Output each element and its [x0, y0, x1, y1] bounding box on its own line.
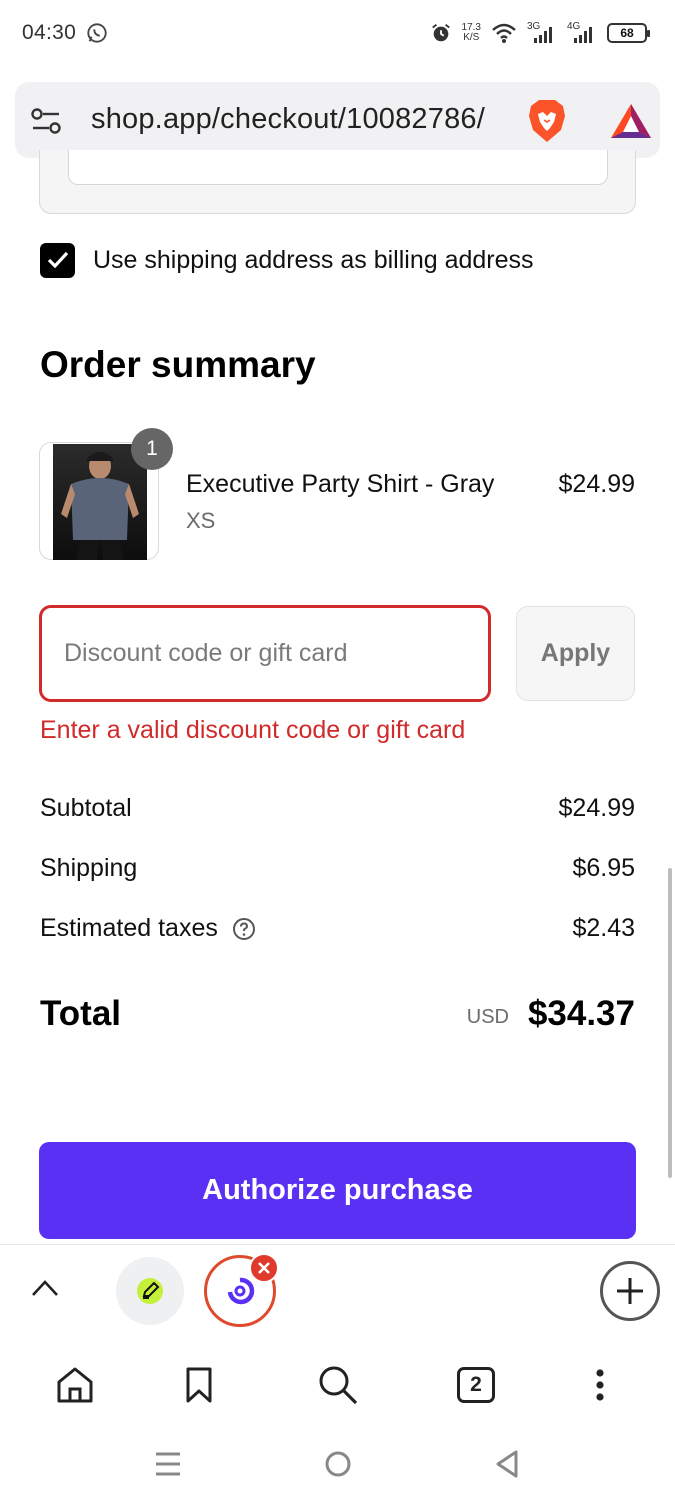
- search-button[interactable]: [316, 1363, 360, 1407]
- address-card-remnant: [39, 150, 636, 214]
- home-circle-icon[interactable]: [318, 1444, 358, 1484]
- taxes-row: Estimated taxes $2.43: [40, 914, 635, 946]
- subtotal-row: Subtotal $24.99: [40, 794, 635, 826]
- order-summary-title: Order summary: [40, 344, 316, 385]
- product-variant: XS: [186, 508, 216, 533]
- bookmark-icon: [186, 1367, 212, 1403]
- bat-rewards-icon[interactable]: [609, 102, 653, 140]
- home-button[interactable]: [53, 1363, 97, 1407]
- alarm-icon: [431, 24, 450, 42]
- tab-count: 2: [457, 1367, 495, 1403]
- subtotal-value: $24.99: [558, 794, 635, 822]
- shipping-value: $6.95: [572, 854, 635, 882]
- url-text[interactable]: shop.app/checkout/10082786/: [91, 103, 485, 136]
- total-currency: USD: [466, 1006, 509, 1028]
- close-tab-chip-button[interactable]: [249, 1253, 279, 1283]
- shipping-label: Shipping: [40, 854, 138, 882]
- apply-discount-button[interactable]: Apply: [516, 606, 635, 701]
- home-icon: [57, 1367, 93, 1403]
- whatsapp-icon: [87, 23, 107, 43]
- authorize-purchase-button[interactable]: Authorize purchase: [39, 1142, 636, 1239]
- recents-icon[interactable]: [148, 1444, 188, 1484]
- network-speed: 17.3 K/S: [462, 23, 481, 43]
- tabs-button[interactable]: 2: [454, 1363, 498, 1407]
- product-name: Executive Party Shirt - Gray: [186, 470, 495, 498]
- signal-4g-icon: 4G: [567, 21, 597, 45]
- wifi-icon: [492, 23, 516, 43]
- total-row: Total USD $34.37: [40, 994, 635, 1038]
- tune-icon[interactable]: [31, 107, 61, 135]
- close-icon: [258, 1262, 270, 1274]
- menu-button[interactable]: [578, 1363, 622, 1407]
- brave-lion-icon[interactable]: [525, 98, 569, 144]
- back-triangle-icon[interactable]: [488, 1444, 528, 1484]
- taxes-label: Estimated taxes: [40, 914, 218, 942]
- system-navigation-bar: [0, 1428, 675, 1500]
- address-field-remnant: [68, 150, 608, 185]
- tab-chip-edit[interactable]: [116, 1257, 184, 1325]
- network-speed-unit: K/S: [463, 32, 480, 43]
- status-icons: 17.3 K/S 3G 4G 68: [430, 18, 650, 48]
- battery-icon: 68: [607, 23, 650, 43]
- quantity-badge: 1: [131, 428, 173, 470]
- edit-badge-icon: [137, 1278, 163, 1304]
- chevron-up-icon[interactable]: [30, 1277, 60, 1299]
- billing-address-option[interactable]: Use shipping address as billing address: [40, 242, 534, 278]
- address-bar[interactable]: shop.app/checkout/10082786/: [15, 82, 660, 158]
- discount-code-input[interactable]: [39, 605, 491, 702]
- billing-checkbox[interactable]: [40, 242, 75, 278]
- browser-bottom-bar: 2: [0, 1244, 675, 1424]
- billing-checkbox-label[interactable]: Use shipping address as billing address: [93, 246, 534, 275]
- subtotal-label: Subtotal: [40, 794, 132, 822]
- status-bar: 04:30 17.3 K/S 3G 4G 68: [0, 0, 675, 68]
- total-label: Total: [40, 994, 122, 1033]
- bookmark-button[interactable]: [177, 1363, 221, 1407]
- total-value: $34.37: [527, 994, 635, 1033]
- help-circle-icon[interactable]: [232, 917, 256, 941]
- product-image: [53, 444, 147, 560]
- status-time: 04:30: [22, 21, 77, 44]
- shipping-row: Shipping $6.95: [40, 854, 635, 886]
- taxes-value: $2.43: [572, 914, 635, 942]
- product-price: $24.99: [558, 470, 635, 498]
- checkmark-icon: [47, 251, 68, 269]
- discount-error-message: Enter a valid discount code or gift card: [40, 716, 466, 744]
- new-tab-button[interactable]: [600, 1261, 660, 1321]
- search-icon: [319, 1366, 358, 1405]
- taxes-label-group: Estimated taxes: [40, 914, 256, 943]
- scrollbar-thumb[interactable]: [668, 868, 672, 1178]
- more-vertical-icon: [596, 1369, 604, 1401]
- shop-app-icon: [227, 1277, 255, 1305]
- plus-icon: [617, 1278, 643, 1304]
- signal-3g-icon: 3G: [527, 21, 557, 45]
